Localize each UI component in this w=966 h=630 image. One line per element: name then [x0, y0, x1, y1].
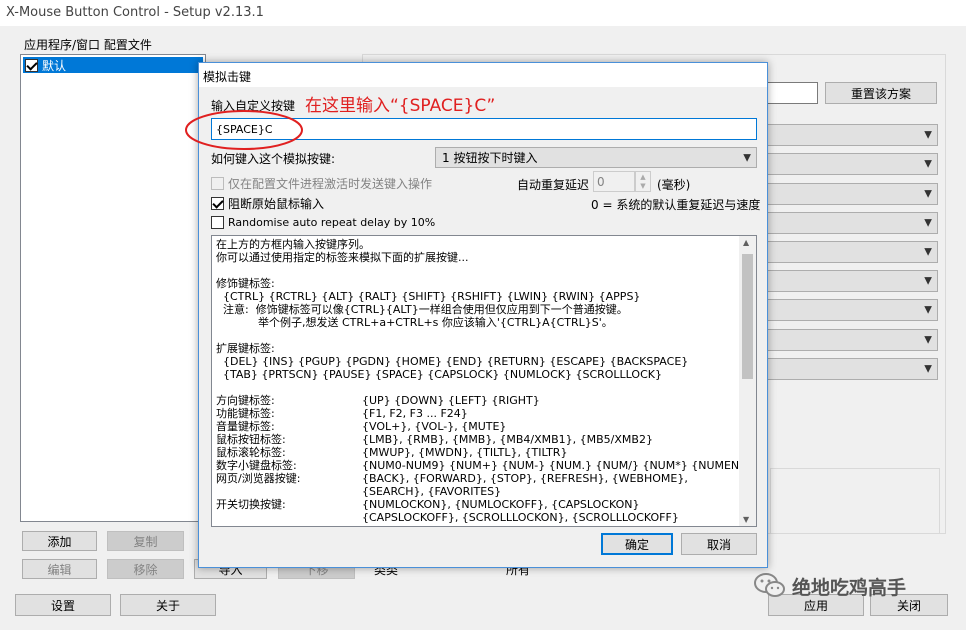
only-active-checkbox-row[interactable]: 仅在配置文件进程激活时发送键入操作	[211, 175, 432, 192]
scroll-down-icon[interactable]: ▼	[743, 515, 749, 524]
randomise-label: Randomise auto repeat delay by 10%	[228, 216, 436, 229]
how-label: 如何键入这个模拟按键:	[211, 152, 336, 166]
profile-name-input[interactable]	[760, 82, 818, 104]
tag-row-value: {UP} {DOWN} {LEFT} {RIGHT}	[362, 394, 540, 407]
cancel-button[interactable]: 取消	[681, 533, 757, 555]
chevron-down-icon: ▼	[743, 152, 751, 163]
chevron-down-icon: ▼	[924, 275, 932, 287]
remove-button[interactable]: 移除	[107, 559, 184, 579]
tag-row-value: {CAPSLOCKOFF}, {SCROLLLOCKON}, {SCROLLLO…	[362, 511, 679, 524]
tag-row-name: 数字小键盘标签:	[216, 459, 297, 472]
reset-profile-button[interactable]: 重置该方案	[825, 82, 937, 104]
action-combo-9[interactable]: ▼	[766, 358, 938, 380]
auto-repeat-spinner[interactable]: ▲ ▼	[635, 171, 651, 192]
checkbox-icon[interactable]	[211, 216, 224, 229]
add-button[interactable]: 添加	[22, 531, 97, 551]
action-combo-2[interactable]: ▼	[766, 153, 938, 175]
scroll-thumb[interactable]	[742, 254, 753, 379]
watermark-text: 绝地吃鸡高手	[792, 576, 907, 599]
checkbox-icon[interactable]	[211, 177, 224, 190]
annotation-text: 在这里输入“{SPACE}C”	[305, 96, 496, 116]
profiles-list[interactable]: 默认	[20, 54, 206, 522]
profiles-label: 应用程序/窗口 配置文件	[24, 38, 152, 52]
wechat-icon	[754, 573, 785, 597]
tag-row-value: {VOL+}, {VOL-}, {MUTE}	[362, 420, 507, 433]
help-scrollbar[interactable]: ▲ ▼	[739, 236, 756, 526]
tag-row-value: {NUMLOCKON}, {NUMLOCKOFF}, {CAPSLOCKON}	[362, 498, 640, 511]
how-type-value: 1 按钮按下时键入	[442, 151, 538, 165]
checkbox-icon[interactable]	[211, 197, 224, 210]
copy-button[interactable]: 复制	[107, 531, 184, 551]
block-input-checkbox-row[interactable]: 阻断原始鼠标输入	[211, 195, 324, 212]
chevron-down-icon: ▼	[924, 188, 932, 200]
tag-row-value: {MWUP}, {MWDN}, {TILTL}, {TILTR}	[362, 446, 568, 459]
tag-row-name: 方向键标签:	[216, 394, 275, 407]
lower-right-box	[770, 468, 940, 534]
tag-row-name: 开关切换按键:	[216, 498, 286, 511]
tag-row-value: {SEARCH}, {FAVORITES}	[362, 485, 502, 498]
chevron-down-icon: ▼	[924, 158, 932, 170]
about-button[interactable]: 关于	[120, 594, 216, 616]
chevron-down-icon: ▼	[924, 363, 932, 375]
chevron-down-icon: ▼	[924, 217, 932, 229]
tag-row-name: 音量键标签:	[216, 420, 275, 433]
simulate-keystroke-dialog: 模拟击键 输入自定义按键 在这里输入“{SPACE}C” {SPACE}C 如何…	[185, 62, 768, 568]
auto-repeat-value: 0	[597, 174, 605, 189]
chevron-down-icon: ▼	[924, 304, 932, 316]
auto-repeat-unit: (毫秒)	[657, 178, 691, 192]
action-combo-8[interactable]: ▼	[766, 329, 938, 351]
dialog-title: 模拟击键	[203, 70, 252, 84]
title-bar: X-Mouse Button Control - Setup v2.13.1	[0, 0, 966, 26]
tag-row-value: {NUM0-NUM9} {NUM+} {NUM-} {NUM.} {NUM/} …	[362, 459, 757, 472]
tag-row-name: 网页/浏览器按键:	[216, 472, 301, 485]
action-combo-4[interactable]: ▼	[766, 212, 938, 234]
annotation-circle-icon	[185, 110, 303, 150]
default-delay-note: 0 = 系统的默认重复延迟与速度	[591, 198, 761, 212]
window-title: X-Mouse Button Control - Setup v2.13.1	[6, 5, 264, 20]
auto-repeat-label: 自动重复延迟	[517, 178, 590, 192]
chevron-down-icon: ▼	[924, 246, 932, 258]
checkbox-icon[interactable]	[25, 58, 38, 72]
edit-button[interactable]: 编辑	[22, 559, 97, 579]
spin-up-icon[interactable]: ▲	[640, 173, 645, 181]
profile-item-default[interactable]: 默认	[23, 57, 203, 73]
help-text-area[interactable]: 在上方的方框内输入按键序列。 你可以通过使用指定的标签来模拟下面的扩展按键...…	[211, 235, 757, 527]
tag-row-name: 鼠标滚轮标签:	[216, 446, 286, 459]
tag-row-name: 鼠标按钮标签:	[216, 433, 286, 446]
randomise-checkbox-row[interactable]: Randomise auto repeat delay by 10%	[211, 216, 435, 229]
ok-button[interactable]: 确定	[601, 533, 673, 555]
dialog-title-bar: 模拟击键	[199, 63, 767, 87]
tag-row-value: {BACK}, {FORWARD}, {STOP}, {REFRESH}, {W…	[362, 472, 688, 485]
action-combo-5[interactable]: ▼	[766, 241, 938, 263]
chevron-down-icon: ▼	[924, 129, 932, 141]
spin-down-icon[interactable]: ▼	[640, 182, 645, 190]
how-type-select[interactable]: 1 按钮按下时键入 ▼	[435, 147, 757, 168]
action-combo-6[interactable]: ▼	[766, 270, 938, 292]
tag-row-value: {LMB}, {RMB}, {MMB}, {MB4/XMB1}, {MB5/XM…	[362, 433, 653, 446]
action-combo-3[interactable]: ▼	[766, 183, 938, 205]
action-combo-1[interactable]: ▼	[766, 124, 938, 146]
scroll-up-icon[interactable]: ▲	[743, 238, 749, 247]
action-combo-7[interactable]: ▼	[766, 299, 938, 321]
tag-row-value: {F1, F2, F3 ... F24}	[362, 407, 468, 420]
profile-label: 默认	[42, 58, 67, 73]
help-text: 在上方的方框内输入按键序列。 你可以通过使用指定的标签来模拟下面的扩展按键...…	[216, 238, 689, 381]
only-active-label: 仅在配置文件进程激活时发送键入操作	[228, 177, 433, 191]
tag-row-name: 功能键标签:	[216, 407, 275, 420]
watermark: 绝地吃鸡高手	[752, 568, 952, 604]
settings-button[interactable]: 设置	[15, 594, 111, 616]
block-input-label: 阻断原始鼠标输入	[228, 197, 325, 211]
chevron-down-icon: ▼	[924, 334, 932, 346]
auto-repeat-input[interactable]: 0	[593, 171, 635, 192]
